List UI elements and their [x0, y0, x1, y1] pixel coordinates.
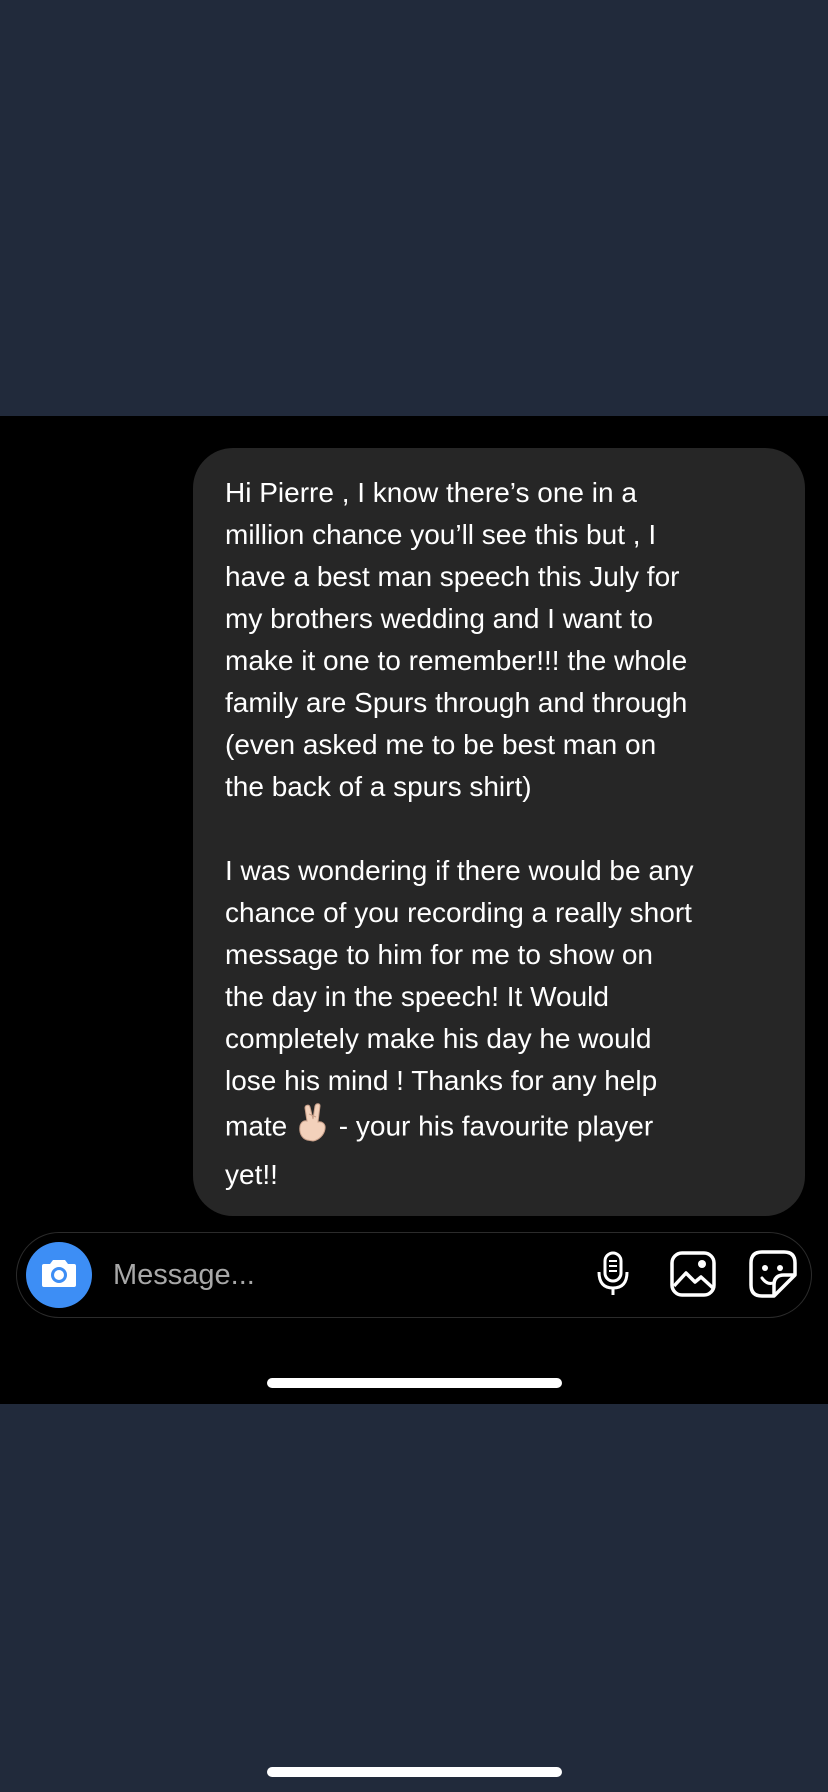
- dm-screenshot: Hi Pierre , I know there’s one in a mill…: [0, 416, 828, 1404]
- message-paragraph-2-end: - your his favourite player yet!!: [225, 1110, 654, 1190]
- sticker-button[interactable]: [748, 1249, 798, 1304]
- camera-icon: [40, 1257, 78, 1294]
- crossed-fingers-icon: [295, 1102, 331, 1154]
- page: Hi Pierre , I know there’s one in a mill…: [0, 0, 828, 1792]
- camera-button[interactable]: [26, 1242, 92, 1308]
- device-home-indicator[interactable]: [267, 1767, 562, 1777]
- sticker-icon: [748, 1249, 798, 1304]
- message-paragraph-1: Hi Pierre , I know there’s one in a mill…: [225, 477, 688, 802]
- gallery-button[interactable]: [668, 1250, 718, 1303]
- microphone-icon: [595, 1250, 631, 1303]
- message-paragraph-2-start: I was wondering if there would be any ch…: [225, 855, 694, 1142]
- message-bubble[interactable]: Hi Pierre , I know there’s one in a mill…: [193, 448, 805, 1216]
- message-paragraph-2: I was wondering if there would be any ch…: [225, 850, 785, 1196]
- home-indicator[interactable]: [267, 1378, 562, 1388]
- voice-message-button[interactable]: [588, 1251, 638, 1301]
- message-composer: [16, 1232, 812, 1318]
- image-icon: [669, 1250, 717, 1303]
- message-input[interactable]: [113, 1253, 473, 1297]
